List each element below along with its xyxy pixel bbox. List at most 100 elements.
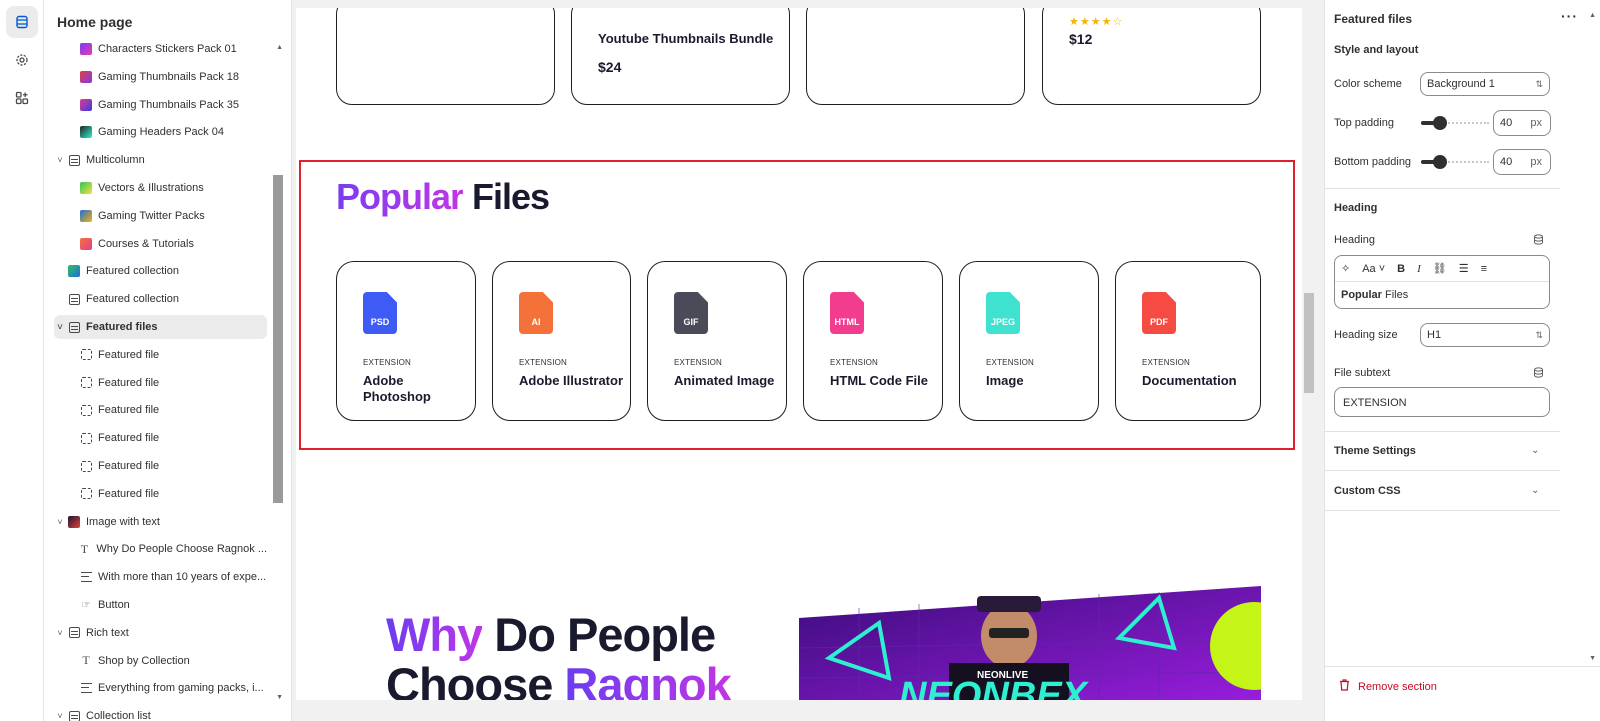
thumbnail-icon (68, 265, 80, 278)
banner-big-text: NEONBEX (899, 675, 1090, 700)
why-rest-2: Choose (386, 658, 553, 701)
tree-item[interactable]: Gaming Twitter Packs (54, 204, 267, 228)
chevron-down-icon[interactable]: ˅ (54, 711, 66, 721)
tree-item-label: Everything from gaming packs, i... (98, 682, 264, 695)
tree-item[interactable]: Featured collection (54, 287, 267, 311)
heading-bold-text: Popular (1341, 289, 1382, 301)
paragraph-icon (80, 682, 92, 694)
tree-item[interactable]: Vectors & Illustrations (54, 176, 267, 200)
tree-item[interactable]: Featured file (54, 482, 267, 506)
tree-item[interactable]: Everything from gaming packs, i... (54, 676, 267, 700)
tree-item[interactable]: Gaming Thumbnails Pack 18 (54, 65, 267, 89)
tree-item[interactable]: T Shop by Collection (54, 649, 267, 673)
top-padding-slider[interactable] (1421, 116, 1489, 130)
heading-size-select[interactable]: H1 ⇅ (1420, 323, 1550, 347)
scroll-down-arrow-icon[interactable]: ▼ (276, 694, 283, 701)
tree-item[interactable]: With more than 10 years of expe... (54, 565, 267, 589)
file-subtext-input[interactable]: EXTENSION (1334, 387, 1550, 417)
why-rest: Do People (494, 608, 716, 661)
slider-knob[interactable] (1433, 116, 1447, 130)
section-icon (68, 710, 80, 721)
tree-item-label: Featured file (98, 460, 160, 472)
file-card[interactable]: HTML EXTENSION HTML Code File (803, 261, 943, 421)
apps-icon[interactable] (6, 82, 38, 114)
tree-item-label: Rich text (86, 626, 129, 639)
heading-rich-text-editor[interactable]: ✧ Aa ˅ B I ⛓ ☰ ≡ Popular Files (1334, 255, 1550, 309)
heading-accent: Popular (336, 176, 464, 217)
tree-item[interactable]: ˅ Image with text (54, 510, 267, 534)
tree-item[interactable]: Gaming Headers Pack 04 (54, 120, 267, 144)
tree-item[interactable]: ˅ Multicolumn (54, 148, 267, 172)
remove-section-label: Remove section (1358, 680, 1437, 693)
settings-icon[interactable] (6, 44, 38, 76)
bottom-padding-label: Bottom padding (1334, 156, 1412, 168)
scroll-up-arrow-icon[interactable]: ▲ (276, 44, 283, 51)
magic-icon[interactable]: ✧ (1341, 262, 1350, 275)
custom-css-toggle[interactable]: Custom CSS ⌄ (1334, 485, 1550, 497)
bold-icon[interactable]: B (1397, 263, 1405, 275)
remove-section-button[interactable]: Remove section (1339, 679, 1437, 694)
file-card[interactable]: JPEG EXTENSION Image (959, 261, 1099, 421)
chevron-down-icon[interactable]: ˅ (54, 628, 66, 638)
more-actions-icon[interactable]: ··· (1561, 8, 1578, 24)
section-icon (68, 154, 80, 166)
heading-value[interactable]: Popular Files (1335, 282, 1549, 301)
tree-item[interactable]: ☞ Button (54, 593, 267, 617)
tree-item[interactable]: Featured file (54, 426, 267, 450)
tree-item[interactable]: T Why Do People Choose Ragnok ... (54, 537, 267, 561)
block-icon (80, 404, 92, 416)
chevron-down-icon: ⌄ (1531, 485, 1540, 496)
product-card[interactable]: Youtube Thumbnails Bundle $24 (571, 8, 790, 105)
color-scheme-select[interactable]: Background 1 ⇅ (1420, 72, 1550, 96)
tree-item[interactable]: Gaming Thumbnails Pack 35 (54, 93, 267, 117)
theme-settings-toggle[interactable]: Theme Settings ⌄ (1334, 445, 1550, 457)
tree-item[interactable]: Featured file (54, 398, 267, 422)
file-card[interactable]: AI EXTENSION Adobe Illustrator (492, 261, 631, 421)
file-tag: AI (531, 317, 541, 327)
chevron-down-icon[interactable]: ˅ (54, 322, 66, 332)
file-card[interactable]: GIF EXTENSION Animated Image (647, 261, 787, 421)
tree-item[interactable]: Courses & Tutorials (54, 232, 267, 256)
sections-icon[interactable] (6, 6, 38, 38)
panel-title: Featured files (1334, 12, 1413, 26)
section-icon (68, 627, 80, 639)
tree-item[interactable]: Featured file (54, 454, 267, 478)
tree-item[interactable]: Featured file (54, 371, 267, 395)
italic-icon[interactable]: I (1417, 263, 1421, 275)
dynamic-source-icon[interactable] (1533, 367, 1544, 381)
bullet-list-icon[interactable]: ☰ (1459, 262, 1469, 275)
slider-knob[interactable] (1433, 155, 1447, 169)
tree-item[interactable]: Featured file (54, 343, 267, 367)
tree-item[interactable]: ˅ Collection list (54, 704, 267, 721)
scroll-up-arrow-icon[interactable]: ▲ (1589, 12, 1596, 19)
link-icon[interactable]: ⛓ (1433, 262, 1447, 275)
tree-item[interactable]: ˅ Featured files (54, 315, 267, 339)
chevron-down-icon[interactable]: ˅ (54, 155, 66, 165)
tree-item[interactable]: ˅ Rich text (54, 621, 267, 645)
button-icon: ☞ (81, 599, 91, 611)
chevron-down-icon[interactable]: ˅ (54, 517, 66, 527)
font-size-icon[interactable]: Aa ˅ (1362, 263, 1385, 275)
preview-scrollbar[interactable] (1302, 8, 1316, 700)
tree-item-label: Featured file (98, 376, 160, 389)
file-subtext: EXTENSION (363, 358, 412, 367)
top-padding-input[interactable]: 40 px (1493, 110, 1551, 136)
numbered-list-icon[interactable]: ≡ (1481, 263, 1487, 275)
product-card[interactable]: ★★★★☆ $12 (1042, 8, 1261, 105)
bottom-padding-input[interactable]: 40 px (1493, 149, 1551, 175)
tree-item[interactable]: Characters Stickers Pack 01 (54, 37, 267, 61)
tree-item[interactable]: Featured collection (54, 259, 267, 283)
file-name: Documentation (1142, 373, 1237, 388)
file-subtext: EXTENSION (519, 358, 568, 367)
dynamic-source-icon[interactable] (1533, 234, 1544, 248)
file-tag: HTML (834, 317, 860, 327)
tree-scrollbar[interactable] (273, 175, 283, 503)
bottom-padding-slider[interactable] (1421, 155, 1489, 169)
file-card[interactable]: PDF EXTENSION Documentation (1115, 261, 1261, 421)
divider (1325, 431, 1560, 432)
product-card[interactable] (806, 8, 1025, 105)
file-card[interactable]: PSD EXTENSION Adobe Photoshop (336, 261, 476, 421)
product-card[interactable] (336, 8, 555, 105)
text-icon: T (80, 541, 89, 556)
scroll-down-arrow-icon[interactable]: ▼ (1589, 655, 1596, 662)
